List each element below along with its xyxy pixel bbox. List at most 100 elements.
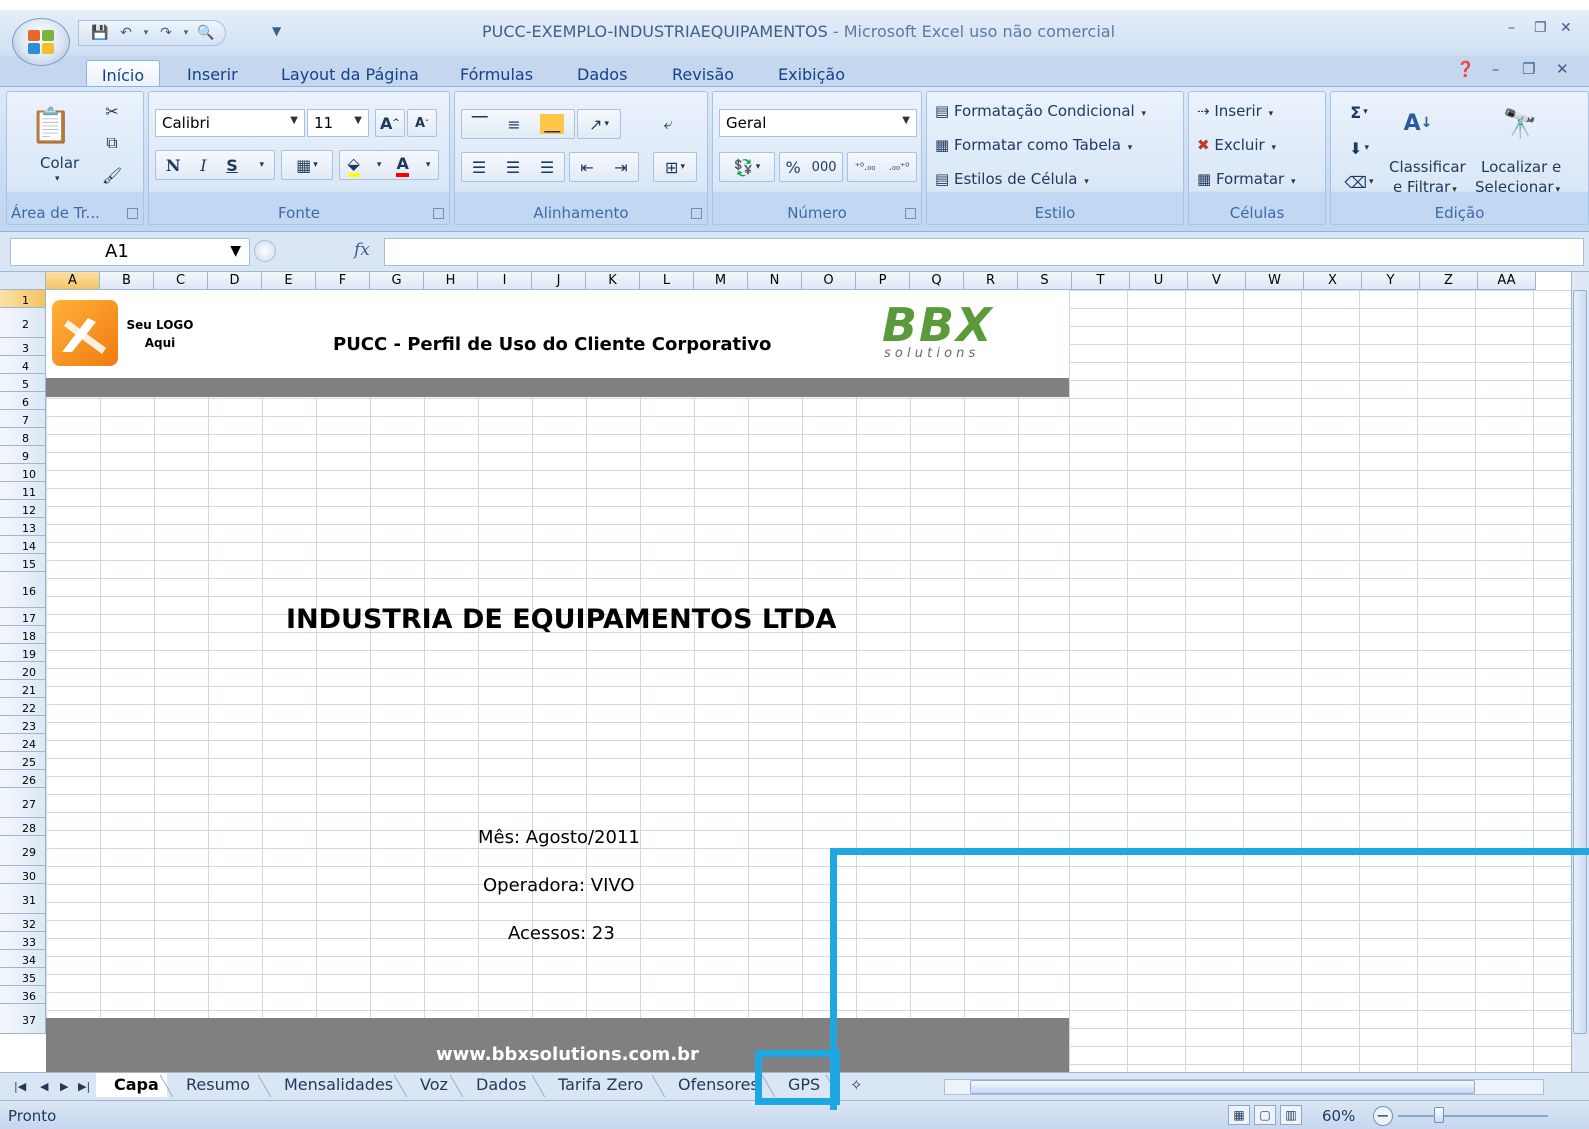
insert-cells-button[interactable]: ⇢ Inserir ▾: [1197, 102, 1273, 120]
cell-styles-button[interactable]: ▤ Estilos de Célula ▾: [935, 170, 1089, 188]
underline-button[interactable]: S: [226, 156, 238, 175]
help-icon[interactable]: ❓: [1456, 60, 1475, 78]
row-header[interactable]: 14: [0, 536, 46, 554]
align-bottom-icon[interactable]: ⎽: [540, 114, 565, 134]
name-box[interactable]: A1 ▼: [10, 238, 250, 266]
format-as-table-button[interactable]: ▦ Formatar como Tabela ▾: [935, 136, 1132, 154]
align-middle-icon[interactable]: ≡: [507, 115, 520, 134]
column-header[interactable]: B: [100, 272, 154, 290]
accounting-button[interactable]: 💱 ▾: [719, 152, 775, 182]
row-header[interactable]: 15: [0, 554, 46, 572]
zoom-slider-thumb[interactable]: [1434, 1107, 1444, 1123]
row-header[interactable]: 17: [0, 608, 46, 626]
sort-filter-icon[interactable]: A ↓: [1393, 98, 1443, 148]
prev-sheet-icon[interactable]: ◀: [40, 1080, 48, 1093]
row-header[interactable]: 18: [0, 626, 46, 644]
page-layout-view-icon[interactable]: ▢: [1254, 1105, 1276, 1125]
column-header[interactable]: V: [1188, 272, 1246, 290]
office-button[interactable]: [12, 18, 70, 66]
row-header[interactable]: 29: [0, 836, 46, 866]
page-break-view-icon[interactable]: ▥: [1280, 1105, 1302, 1125]
normal-view-icon[interactable]: ▦: [1228, 1105, 1250, 1125]
tab-revisao[interactable]: Revisão: [672, 60, 734, 88]
number-launcher-icon[interactable]: [905, 208, 916, 219]
alignment-launcher-icon[interactable]: [691, 208, 702, 219]
column-header[interactable]: M: [694, 272, 748, 290]
number-format-select[interactable]: Geral ▼: [719, 109, 917, 137]
paste-button[interactable]: Colar: [40, 154, 79, 172]
bold-button[interactable]: N: [166, 156, 181, 175]
row-header[interactable]: 13: [0, 518, 46, 536]
column-header[interactable]: K: [586, 272, 640, 290]
autosum-button[interactable]: Σ ▾: [1339, 98, 1379, 126]
column-header[interactable]: Y: [1362, 272, 1420, 290]
row-header[interactable]: 5: [0, 374, 46, 392]
row-header[interactable]: 26: [0, 770, 46, 788]
row-header[interactable]: 24: [0, 734, 46, 752]
row-header[interactable]: 22: [0, 698, 46, 716]
sheet-tab-resumo[interactable]: Resumo: [168, 1073, 258, 1097]
font-color-icon[interactable]: A: [396, 154, 409, 177]
cut-icon[interactable]: ✂: [97, 98, 127, 124]
column-header[interactable]: Z: [1420, 272, 1478, 290]
column-header[interactable]: AA: [1478, 272, 1536, 290]
row-header[interactable]: 8: [0, 428, 46, 446]
row-header[interactable]: 25: [0, 752, 46, 770]
column-header[interactable]: X: [1304, 272, 1362, 290]
tab-formulas[interactable]: Fórmulas: [460, 60, 533, 88]
cell-grid-right[interactable]: [1069, 290, 1571, 1072]
row-header[interactable]: 12: [0, 500, 46, 518]
column-header[interactable]: L: [640, 272, 694, 290]
last-sheet-icon[interactable]: ▶|: [78, 1080, 90, 1093]
increase-decimal-icon[interactable]: ⁺⁰.₀₀: [855, 162, 875, 173]
delete-cells-button[interactable]: ✖ Excluir ▾: [1197, 136, 1276, 154]
worksheet[interactable]: A B C D E F G H I J K L M N O P Q R S T U V W X Y Z AA 1 2 3 4 5 6 7 8 9 10…: [0, 272, 1571, 1072]
row-header[interactable]: 10: [0, 464, 46, 482]
horizontal-scroll-thumb[interactable]: [970, 1080, 1475, 1094]
vertical-scroll-thumb[interactable]: [1573, 290, 1587, 1034]
tab-inserir[interactable]: Inserir: [187, 60, 238, 88]
column-header[interactable]: R: [964, 272, 1018, 290]
paste-icon[interactable]: 📋: [29, 98, 73, 154]
paste-dropdown-icon[interactable]: ▾: [55, 174, 60, 184]
row-header[interactable]: 21: [0, 680, 46, 698]
thousands-button[interactable]: 000: [812, 160, 837, 175]
cell-grid[interactable]: [46, 290, 1069, 1072]
row-header[interactable]: 36: [0, 986, 46, 1004]
orientation-button[interactable]: ↗ ▾: [577, 109, 621, 139]
sheet-tab-dados[interactable]: Dados: [458, 1073, 534, 1097]
percent-button[interactable]: %: [785, 158, 800, 177]
sheet-tab-tarifa-zero[interactable]: Tarifa Zero: [540, 1073, 651, 1097]
zoom-out-icon[interactable]: −: [1373, 1106, 1393, 1126]
doc-minimize-icon[interactable]: –: [1492, 60, 1500, 78]
row-header[interactable]: 3: [0, 338, 46, 356]
fill-color-icon[interactable]: ⬙: [347, 154, 360, 177]
column-header[interactable]: H: [424, 272, 478, 290]
column-header[interactable]: I: [478, 272, 532, 290]
italic-button[interactable]: I: [200, 156, 206, 175]
first-sheet-icon[interactable]: |◀: [14, 1080, 26, 1093]
sort-filter-label-2[interactable]: e Filtrar ▾: [1393, 178, 1457, 196]
sheet-tab-capa[interactable]: Capa: [96, 1073, 167, 1097]
zoom-slider[interactable]: [1398, 1115, 1548, 1117]
format-painter-icon[interactable]: 🖌: [97, 162, 127, 188]
decrease-indent-icon[interactable]: ⇤: [580, 158, 593, 177]
sort-filter-label-1[interactable]: Classificar: [1389, 158, 1466, 176]
formula-expand-icon[interactable]: [254, 240, 276, 262]
doc-restore-icon[interactable]: ❐: [1522, 60, 1535, 78]
sheet-tab-voz[interactable]: Voz: [402, 1073, 456, 1097]
formula-input[interactable]: [384, 238, 1584, 266]
close-icon[interactable]: ✕: [1560, 20, 1572, 36]
row-header[interactable]: 34: [0, 950, 46, 968]
row-header[interactable]: 20: [0, 662, 46, 680]
row-header[interactable]: 28: [0, 818, 46, 836]
row-header[interactable]: 31: [0, 884, 46, 914]
doc-close-icon[interactable]: ✕: [1556, 60, 1569, 78]
row-header[interactable]: 2: [0, 308, 46, 338]
column-header[interactable]: J: [532, 272, 586, 290]
column-header[interactable]: C: [154, 272, 208, 290]
increase-indent-icon[interactable]: ⇥: [614, 158, 627, 177]
font-name-select[interactable]: Calibri ▼: [155, 109, 305, 137]
row-header[interactable]: 9: [0, 446, 46, 464]
column-header[interactable]: P: [856, 272, 910, 290]
